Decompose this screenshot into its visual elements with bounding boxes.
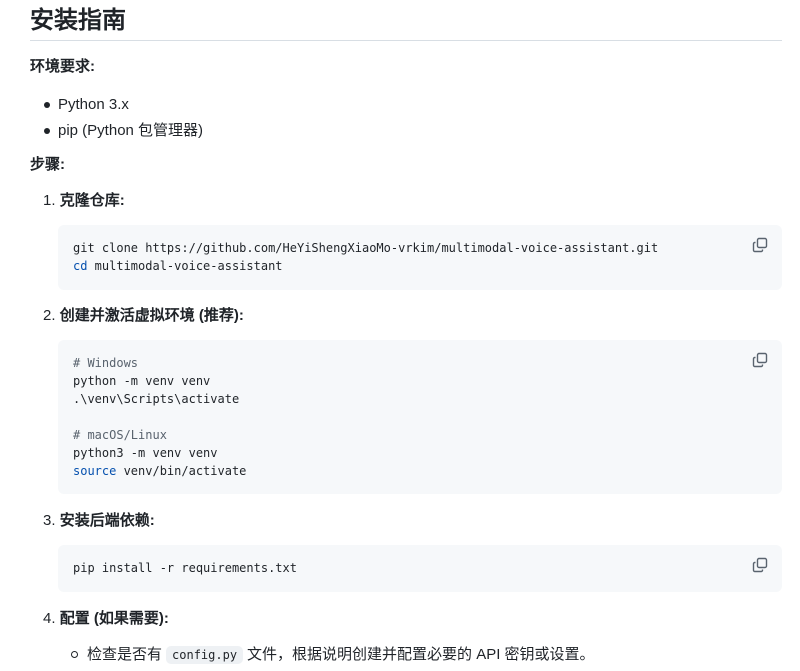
code-lines: git clone https://github.com/HeYiShengXi… [73, 239, 658, 275]
copy-icon[interactable] [752, 352, 768, 368]
step-number: 4. [43, 610, 56, 627]
code-line: cd multimodal-voice-assistant [73, 257, 658, 275]
step-title: 配置 (如果需要): [59, 610, 169, 627]
code-comment: # macOS/Linux [73, 428, 167, 442]
code-line: git clone https://github.com/HeYiShengXi… [73, 239, 658, 257]
code-line: # Windows [73, 354, 246, 372]
sub-text-before: 检查是否有 [87, 646, 163, 663]
step-number: 2. [43, 307, 56, 324]
requirement-text: pip (Python 包管理器) [58, 122, 204, 139]
code-block-venv: # Windows python -m venv venv .\venv\Scrip… [58, 340, 782, 494]
steps-label: 步骤: [30, 156, 65, 173]
code-keyword: source [73, 464, 117, 478]
code-keyword: cd [73, 259, 88, 273]
heading-divider [30, 40, 782, 41]
step-4-heading: 4. 配置 (如果需要): [43, 609, 169, 629]
code-line: # macOS/Linux [73, 426, 246, 444]
code-comment: # Windows [73, 356, 139, 370]
code-line: source venv/bin/activate [73, 462, 246, 480]
step-number: 1. [43, 192, 56, 209]
env-requirements-label: 环境要求: [30, 58, 95, 75]
code-text: pip install -r requirements.txt [73, 561, 297, 575]
code-lines: pip install -r requirements.txt [73, 559, 297, 577]
list-item: pip (Python 包管理器) [30, 118, 203, 144]
code-block-clone: git clone https://github.com/HeYiShengXi… [58, 225, 782, 290]
copy-icon[interactable] [752, 237, 768, 253]
code-line: python -m venv venv [73, 372, 246, 390]
copy-icon[interactable] [752, 557, 768, 573]
code-line: python3 -m venv venv [73, 444, 246, 462]
code-text: python -m venv venv [73, 374, 211, 388]
requirement-text: Python 3.x [58, 96, 129, 113]
code-lines: # Windows python -m venv venv .\venv\Scrip… [73, 354, 246, 480]
sub-text-after: 文件，根据说明创建并配置必要的 API 密钥或设置。 [247, 646, 595, 663]
circle-bullet-icon [71, 651, 78, 658]
code-block-deps: pip install -r requirements.txt [58, 545, 782, 592]
code-text: python3 -m venv venv [73, 446, 218, 460]
step-3-heading: 3. 安装后端依赖: [43, 511, 155, 531]
bullet-icon [44, 102, 50, 108]
step-1-heading: 1. 克隆仓库: [43, 191, 125, 211]
step-2-heading: 2. 创建并激活虚拟环境 (推荐): [43, 306, 244, 326]
step-title: 创建并激活虚拟环境 (推荐): [59, 307, 244, 324]
page-title: 安装指南 [30, 7, 126, 34]
code-text: multimodal-voice-assistant [87, 259, 283, 273]
code-text: git clone https://github.com/HeYiShengXi… [73, 241, 659, 255]
code-line: .\venv\Scripts\activate [73, 390, 246, 408]
inline-code-config: config.py [166, 646, 244, 664]
bullet-icon [44, 128, 50, 134]
step-title: 安装后端依赖: [59, 512, 155, 529]
list-item: Python 3.x [30, 92, 203, 118]
code-text: .\venv\Scripts\activate [73, 392, 240, 406]
step-title: 克隆仓库: [59, 192, 125, 209]
code-text: venv/bin/activate [116, 464, 247, 478]
sub-item-text: 检查是否有 config.py 文件，根据说明创建并配置必要的 API 密钥或设置。 [87, 643, 595, 667]
step-number: 3. [43, 512, 56, 529]
code-line: pip install -r requirements.txt [73, 559, 297, 577]
requirements-list: Python 3.x pip (Python 包管理器) [30, 92, 203, 144]
